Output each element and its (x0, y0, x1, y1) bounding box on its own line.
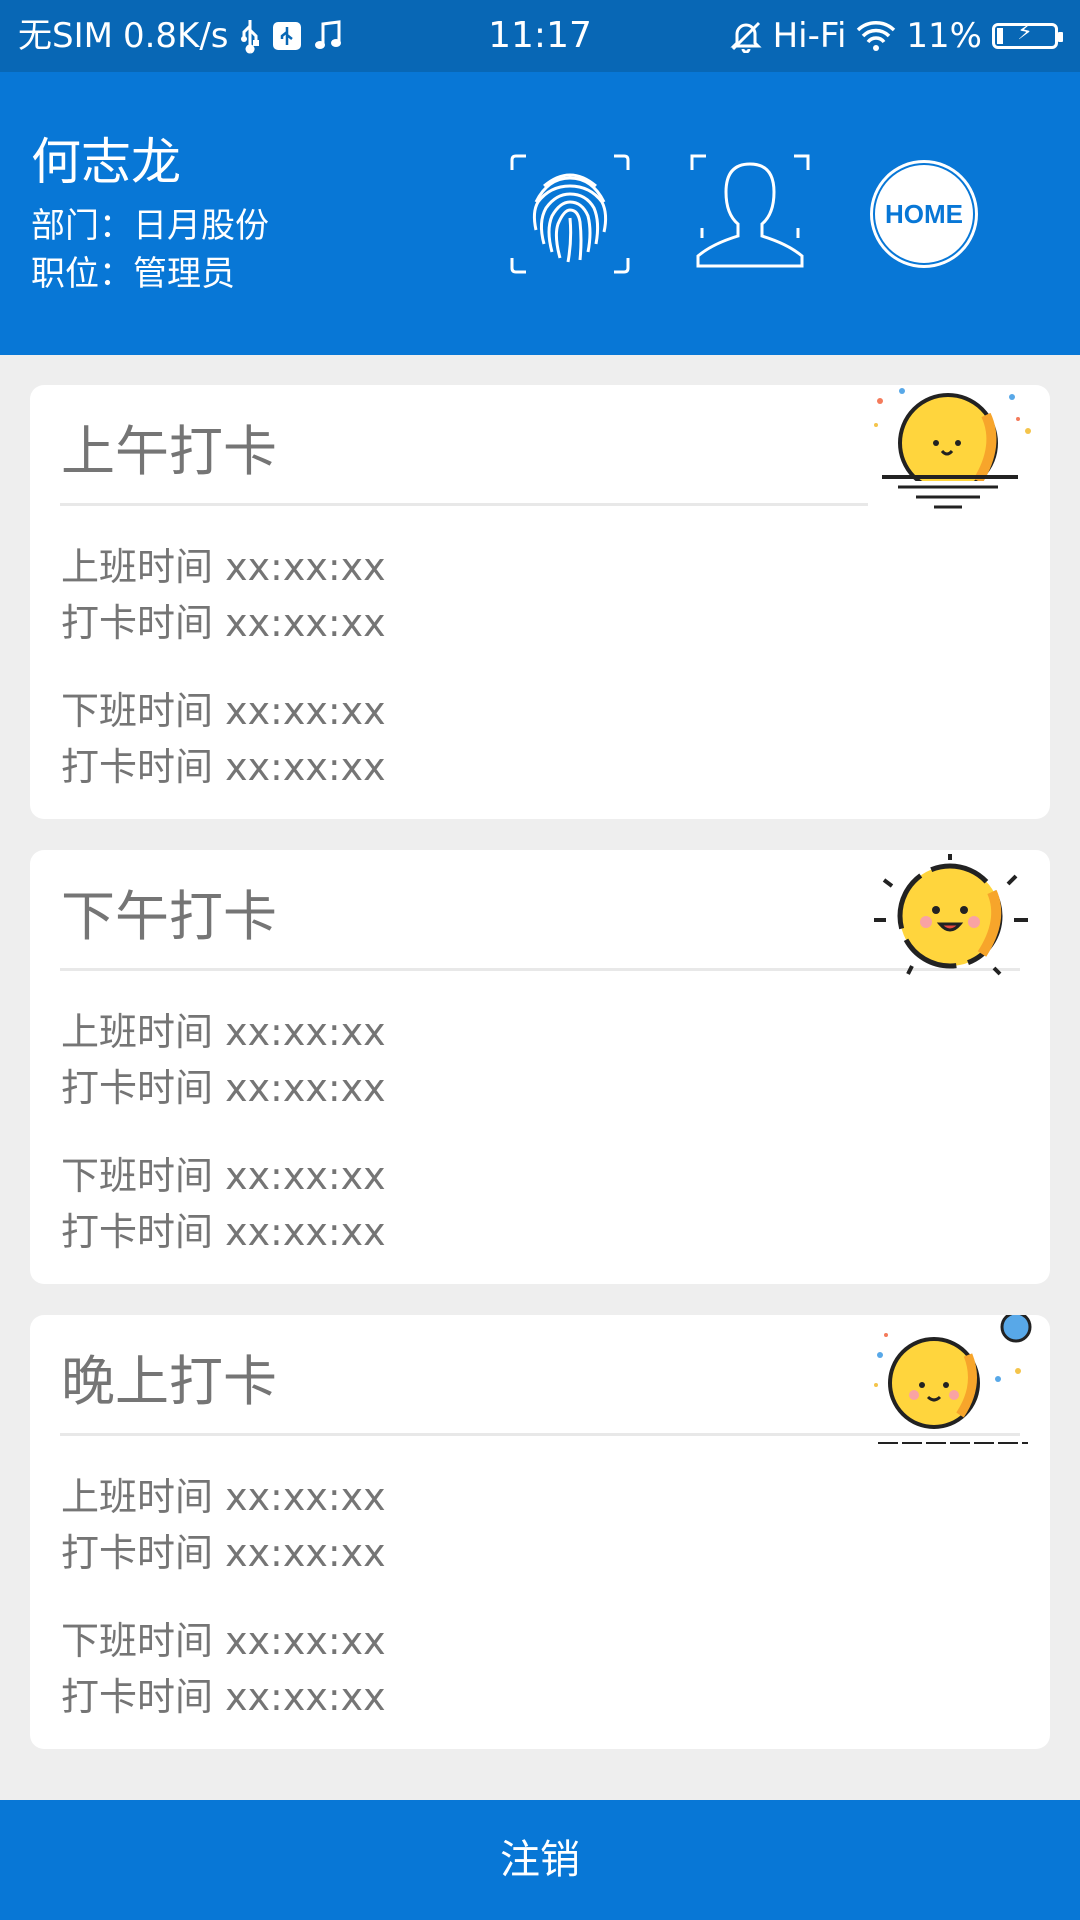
end-time-text: 下班时间 xx:xx:xx (61, 689, 386, 733)
end-time-text: 下班时间 xx:xx:xx (61, 1154, 386, 1198)
sun-emoji-icon (874, 854, 1028, 976)
moon-emoji-icon (874, 1315, 1032, 1444)
card-title: 上午打卡 (61, 420, 277, 483)
fingerprint-button[interactable] (508, 152, 632, 276)
evening-checkin-card: 晚上打卡 上班时间 xx:xx:xx 打卡时间 xx:xx:xx 下班时间 xx… (30, 1315, 1050, 1749)
user-department: 部门：日月股份 (31, 206, 269, 246)
sunrise-emoji-icon (868, 388, 1038, 515)
face-recognition-button[interactable] (688, 152, 812, 276)
start-time-text: 上班时间 xx:xx:xx (61, 1010, 386, 1054)
fingerprint-icon (510, 154, 630, 274)
battery-icon: ⚡ (992, 20, 1063, 49)
home-label: HOME (885, 199, 963, 229)
face-scan-icon (690, 154, 810, 268)
user-position: 职位：管理员 (31, 254, 235, 294)
start-punch-text: 打卡时间 xx:xx:xx (61, 1531, 386, 1575)
logout-button[interactable]: 注销 (0, 1800, 1080, 1920)
start-punch-text: 打卡时间 xx:xx:xx (61, 1066, 386, 1110)
status-bar: 无SIM 0.8K/s 11:17 Hi-Fi 11% ⚡ (0, 0, 1080, 72)
user-header: 何志龙 部门：日月股份 职位：管理员 HOME (0, 72, 1080, 355)
afternoon-checkin-card: 下午打卡 上班时间 xx:xx:xx 打卡时间 xx:xx:xx 下班时间 xx… (30, 850, 1050, 1284)
end-punch-text: 打卡时间 xx:xx:xx (61, 1675, 386, 1719)
start-time-text: 上班时间 xx:xx:xx (61, 1475, 386, 1519)
card-title: 晚上打卡 (61, 1350, 277, 1413)
hifi-text: Hi-Fi (772, 16, 847, 56)
start-punch-text: 打卡时间 xx:xx:xx (61, 601, 386, 645)
end-punch-text: 打卡时间 xx:xx:xx (61, 1210, 386, 1254)
home-button[interactable]: HOME (866, 156, 982, 272)
morning-checkin-card: 上午打卡 上班时间 xx:xx:xx 打卡时间 xx:xx:xx 下班时间 xx… (30, 385, 1050, 819)
home-icon: HOME (870, 160, 978, 268)
battery-percent-text: 11% (906, 16, 982, 56)
end-punch-text: 打卡时间 xx:xx:xx (61, 745, 386, 789)
user-name: 何志龙 (31, 133, 181, 191)
start-time-text: 上班时间 xx:xx:xx (61, 545, 386, 589)
wifi-icon (856, 20, 896, 52)
card-title: 下午打卡 (61, 885, 277, 948)
mute-bell-icon (729, 19, 763, 53)
end-time-text: 下班时间 xx:xx:xx (61, 1619, 386, 1663)
